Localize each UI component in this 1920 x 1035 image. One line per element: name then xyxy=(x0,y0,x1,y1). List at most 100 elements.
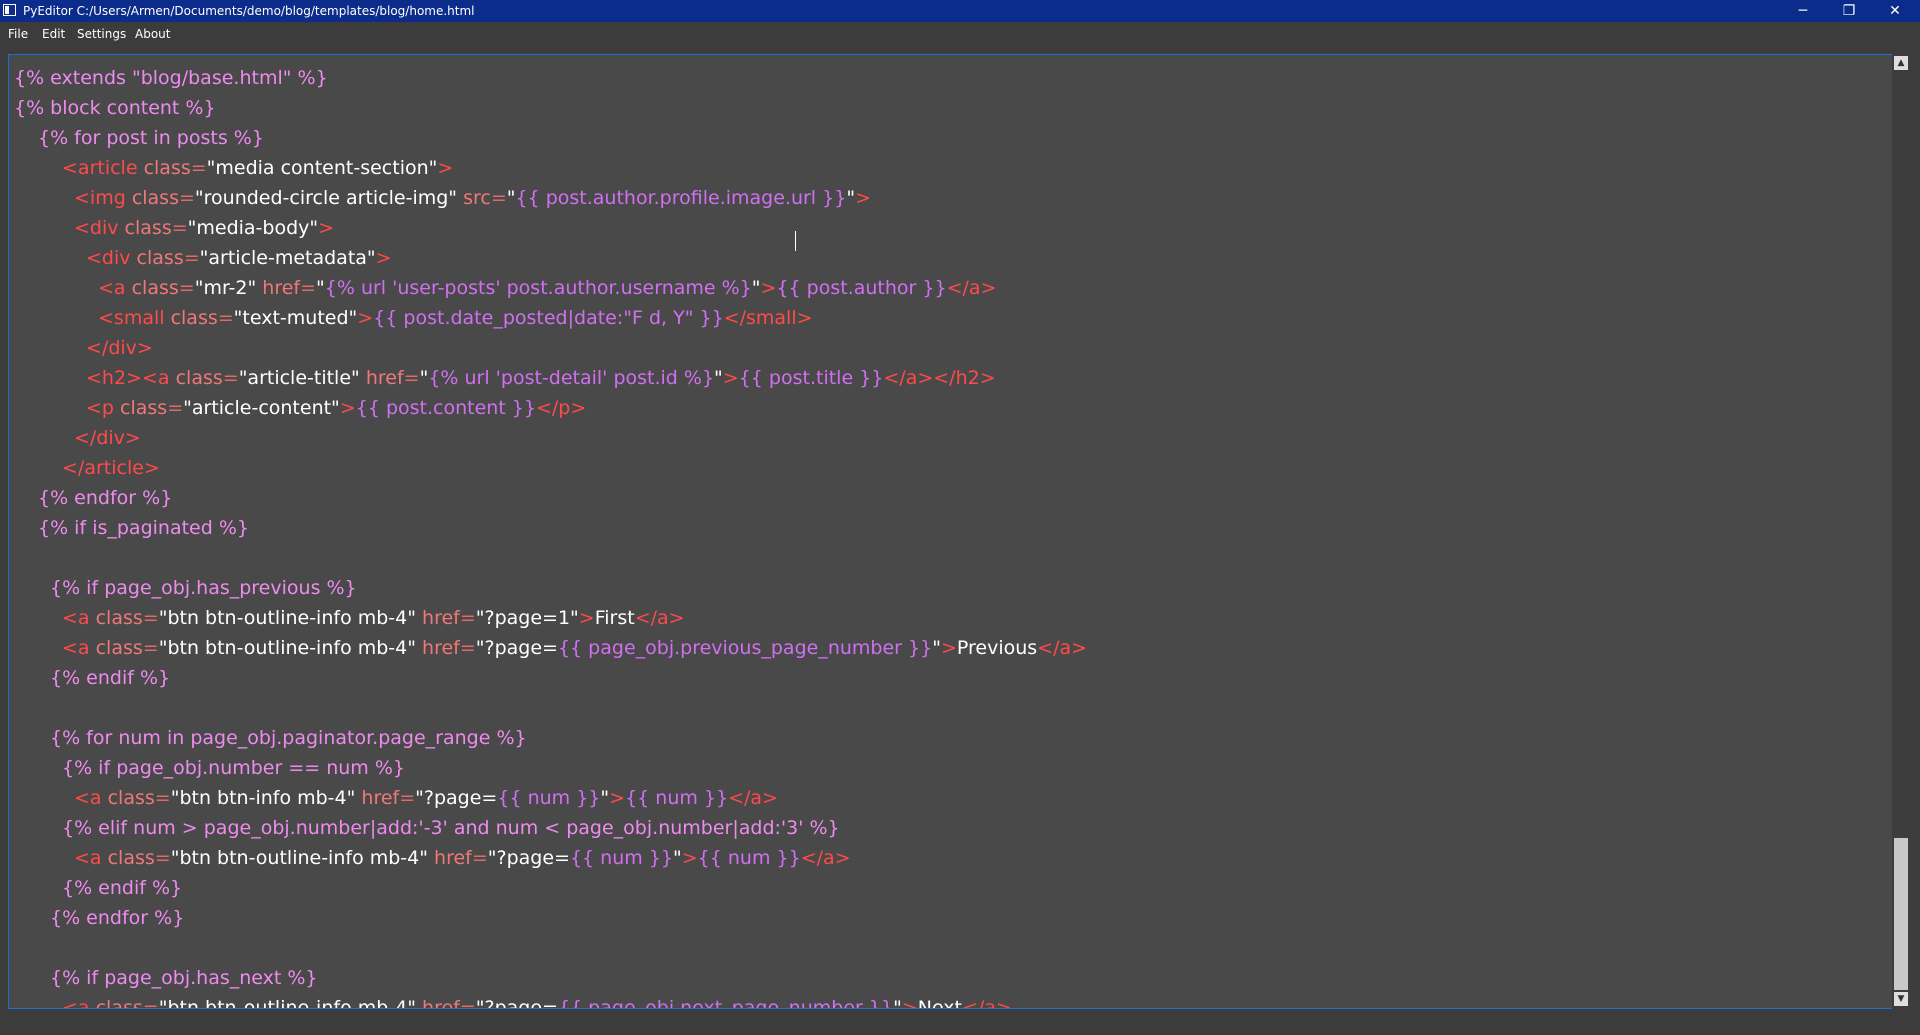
code-token: " xyxy=(893,997,902,1009)
code-token: </small> xyxy=(723,307,813,329)
code-token: class xyxy=(175,367,223,389)
code-token: {% extends "blog/base.html" %} xyxy=(14,67,328,89)
title-bar: PyEditor C:/Users/Armen/Documents/demo/b… xyxy=(0,0,1920,22)
code-token: = xyxy=(167,397,184,419)
scroll-up-arrow-icon[interactable]: ▲ xyxy=(1894,56,1908,70)
code-line[interactable]: {% elif num > page_obj.number|add:'-3' a… xyxy=(62,813,840,843)
code-token: class xyxy=(124,217,172,239)
code-line[interactable]: </article> xyxy=(62,453,160,483)
code-token: Previous xyxy=(956,637,1038,659)
code-line[interactable]: {% block content %} xyxy=(14,93,216,123)
menu-bar: File Edit Settings About xyxy=(0,22,1920,46)
code-line[interactable]: {% if page_obj.number == num %} xyxy=(62,753,405,783)
code-token: </a></h2> xyxy=(883,367,996,389)
code-line[interactable]: <p class="article-content">{{ post.conte… xyxy=(86,393,586,423)
code-token: " xyxy=(673,847,682,869)
code-line[interactable]: {% if page_obj.has_previous %} xyxy=(50,573,357,603)
code-line[interactable]: <small class="text-muted">{{ post.date_p… xyxy=(98,303,813,333)
code-line[interactable]: {% extends "blog/base.html" %} xyxy=(14,63,328,93)
text-caret xyxy=(795,231,796,251)
code-token: {% block content %} xyxy=(14,97,216,119)
code-token: {% if page_obj.has_next %} xyxy=(50,967,318,989)
code-token: </a> xyxy=(728,787,778,809)
code-token: > xyxy=(609,787,626,809)
code-line[interactable]: {% endif %} xyxy=(50,663,170,693)
code-token: {% endif %} xyxy=(62,877,183,899)
code-line[interactable]: <img class="rounded-circle article-img" … xyxy=(74,183,871,213)
app-icon xyxy=(3,4,16,16)
code-token: {{ post.content }} xyxy=(355,397,536,419)
code-line[interactable]: <a class="btn btn-info mb-4" href="?page… xyxy=(74,783,778,813)
code-line[interactable]: <a class="btn btn-outline-info mb-4" hre… xyxy=(74,843,851,873)
close-button[interactable]: ✕ xyxy=(1872,0,1918,22)
code-line[interactable]: {% for num in page_obj.paginator.page_ra… xyxy=(50,723,527,753)
code-token: {{ post.author.profile.image.url }} xyxy=(515,187,847,209)
minimize-button[interactable]: ─ xyxy=(1780,0,1826,22)
code-line[interactable]: {% if page_obj.has_next %} xyxy=(50,963,318,993)
code-token: {% for num in page_obj.paginator.page_ra… xyxy=(50,727,527,749)
code-token: " xyxy=(419,367,429,389)
code-line[interactable]: <div class="media-body"> xyxy=(74,213,334,243)
code-line[interactable]: {% endfor %} xyxy=(38,483,172,513)
code-editor[interactable]: {% extends "blog/base.html" %} {% block c… xyxy=(8,54,1893,1009)
code-line[interactable]: {% if is_paginated %} xyxy=(38,513,249,543)
code-token: > xyxy=(722,367,739,389)
window-title: PyEditor C:/Users/Armen/Documents/demo/b… xyxy=(23,4,475,18)
code-line[interactable]: {% endfor %} xyxy=(50,903,184,933)
menu-settings[interactable]: Settings xyxy=(77,25,126,43)
code-line[interactable]: <a class="btn btn-outline-info mb-4" hre… xyxy=(62,993,1012,1009)
code-token: > xyxy=(318,217,335,239)
code-token: > xyxy=(760,277,777,299)
code-token: class xyxy=(120,397,168,419)
code-token: {% if page_obj.has_previous %} xyxy=(50,577,357,599)
code-token: = xyxy=(142,607,159,629)
code-token: = xyxy=(171,217,188,239)
code-token: <div xyxy=(74,217,125,239)
code-line[interactable]: <article class="media content-section"> xyxy=(62,153,453,183)
code-token: </a> xyxy=(634,607,685,629)
code-token: {{ page_obj.next_page_number }} xyxy=(557,997,894,1009)
vertical-scrollbar[interactable]: ▲ ▼ xyxy=(1892,54,1912,1009)
scroll-down-arrow-icon[interactable]: ▼ xyxy=(1894,992,1908,1006)
code-token: "btn btn-outline-info mb-4" xyxy=(158,997,416,1009)
code-token: </a> xyxy=(946,277,997,299)
code-token: {{ post.date_posted|date:"F d, Y" }} xyxy=(373,307,724,329)
code-line[interactable]: </div> xyxy=(74,423,141,453)
scroll-thumb[interactable] xyxy=(1894,838,1908,990)
code-line[interactable]: <a class="btn btn-outline-info mb-4" hre… xyxy=(62,603,685,633)
code-token: = xyxy=(300,277,317,299)
code-token: </article> xyxy=(62,457,160,479)
code-token: = xyxy=(399,787,416,809)
code-line[interactable]: {% for post in posts %} xyxy=(38,123,264,153)
code-token: </a> xyxy=(962,997,1012,1009)
code-token: = xyxy=(471,847,488,869)
code-token: class xyxy=(107,847,155,869)
code-token: </a> xyxy=(1037,637,1088,659)
code-line[interactable]: <a class="mr-2" href="{% url 'user-posts… xyxy=(98,273,996,303)
code-token: "btn btn-outline-info mb-4" xyxy=(158,637,416,659)
code-line[interactable]: {% endif %} xyxy=(62,873,182,903)
code-line[interactable]: <div class="article-metadata"> xyxy=(86,243,392,273)
menu-about[interactable]: About xyxy=(135,25,170,43)
code-token: href xyxy=(427,847,472,869)
code-line[interactable]: </div> xyxy=(86,333,153,363)
status-bar xyxy=(0,1009,1920,1035)
code-token: "rounded-circle article-img" xyxy=(194,187,458,209)
code-token: <img xyxy=(74,187,132,209)
code-token: {{ post.author }} xyxy=(776,277,947,299)
menu-file[interactable]: File xyxy=(8,25,28,43)
code-token: > xyxy=(681,847,698,869)
code-token: "?page= xyxy=(475,637,558,659)
code-line[interactable]: <h2><a class="article-title" href="{% ur… xyxy=(86,363,996,393)
code-line[interactable]: <a class="btn btn-outline-info mb-4" hre… xyxy=(62,633,1087,663)
code-token: <a xyxy=(74,847,108,869)
code-token: <div xyxy=(86,247,137,269)
code-token: "btn btn-info mb-4" xyxy=(170,787,356,809)
code-token: {% endfor %} xyxy=(38,487,173,509)
menu-edit[interactable]: Edit xyxy=(42,25,65,43)
code-token: > xyxy=(578,607,595,629)
code-token: class xyxy=(143,157,191,179)
maximize-button[interactable]: ❐ xyxy=(1826,0,1872,22)
code-token: class xyxy=(107,787,155,809)
code-token: {% if is_paginated %} xyxy=(38,517,249,539)
